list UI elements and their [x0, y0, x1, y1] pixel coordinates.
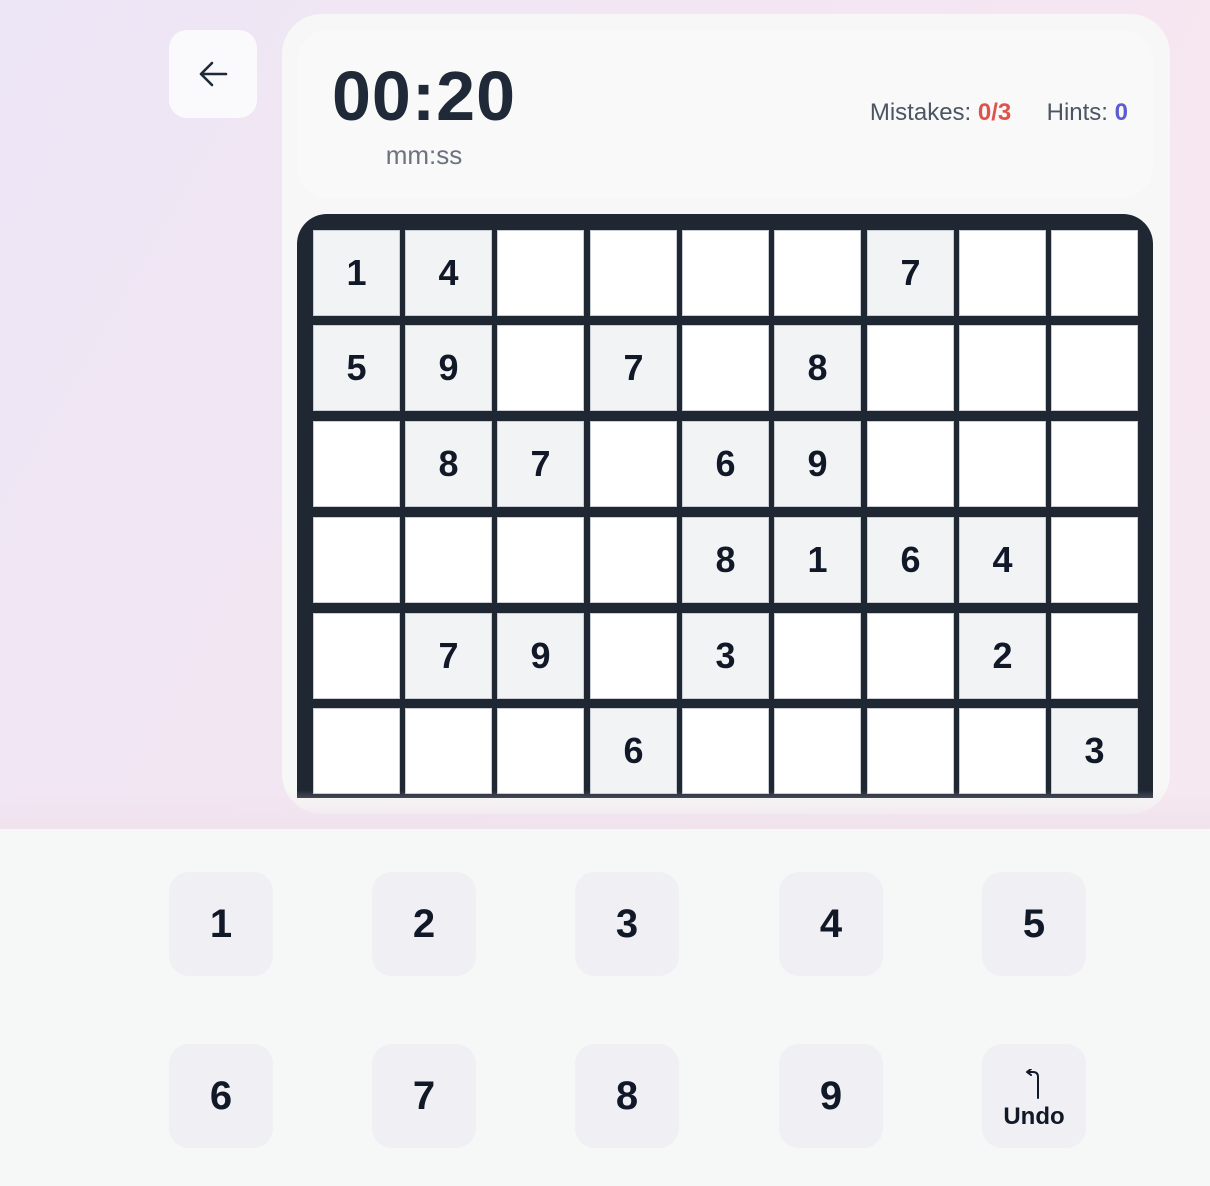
- sudoku-cell[interactable]: [405, 708, 492, 794]
- number-key-8[interactable]: 8: [575, 1044, 679, 1148]
- number-key-7[interactable]: 7: [372, 1044, 476, 1148]
- sudoku-cell[interactable]: 9: [405, 325, 492, 411]
- sudoku-cell[interactable]: [774, 708, 861, 794]
- sudoku-cell[interactable]: 7: [590, 325, 677, 411]
- sudoku-cell[interactable]: [682, 708, 769, 794]
- sudoku-cell[interactable]: [959, 421, 1046, 507]
- sudoku-cell[interactable]: 4: [959, 517, 1046, 603]
- sudoku-cell[interactable]: [959, 230, 1046, 316]
- sudoku-cell[interactable]: 6: [682, 421, 769, 507]
- sudoku-cell[interactable]: 3: [1051, 708, 1138, 794]
- mistakes-label: Mistakes:: [869, 99, 972, 126]
- number-key-1[interactable]: 1: [169, 872, 273, 976]
- sudoku-cell[interactable]: [497, 708, 584, 794]
- sudoku-cell[interactable]: [1051, 325, 1138, 411]
- sudoku-cell[interactable]: [313, 421, 400, 507]
- hints-count: 0: [1114, 99, 1128, 126]
- sudoku-cell[interactable]: 1: [313, 230, 400, 316]
- undo-icon: [1026, 1069, 1039, 1099]
- sudoku-cell[interactable]: 7: [867, 230, 954, 316]
- sudoku-cell[interactable]: 5: [313, 325, 400, 411]
- undo-label: Undo: [1003, 1103, 1065, 1130]
- sudoku-cell[interactable]: [590, 421, 677, 507]
- sudoku-cell[interactable]: 8: [682, 517, 769, 603]
- scroll-fade: [0, 790, 1210, 830]
- sudoku-cell[interactable]: 6: [590, 708, 677, 794]
- number-key-5[interactable]: 5: [982, 872, 1086, 976]
- undo-button[interactable]: Undo: [982, 1044, 1086, 1148]
- number-key-9[interactable]: 9: [779, 1044, 883, 1148]
- sudoku-cell[interactable]: [590, 517, 677, 603]
- sudoku-cell[interactable]: [405, 517, 492, 603]
- sudoku-cell[interactable]: [682, 325, 769, 411]
- sudoku-cell[interactable]: [867, 421, 954, 507]
- sudoku-cell[interactable]: [590, 613, 677, 699]
- mistakes-count: 0/3: [977, 99, 1012, 126]
- number-keypad: 1 2 3 4 5 6 7 8 9 Undo: [0, 829, 1210, 1186]
- sudoku-cell[interactable]: 9: [497, 613, 584, 699]
- sudoku-cell[interactable]: [313, 708, 400, 794]
- sudoku-cell[interactable]: 7: [405, 613, 492, 699]
- sudoku-cell[interactable]: [590, 230, 677, 316]
- sudoku-cell[interactable]: 6: [867, 517, 954, 603]
- sudoku-cell[interactable]: [313, 613, 400, 699]
- sudoku-cell[interactable]: [497, 325, 584, 411]
- sudoku-cell[interactable]: [1051, 230, 1138, 316]
- sudoku-cell[interactable]: [1051, 421, 1138, 507]
- sudoku-cell[interactable]: 7: [497, 421, 584, 507]
- sudoku-cell[interactable]: [497, 517, 584, 603]
- sudoku-cell[interactable]: [959, 325, 1046, 411]
- sudoku-cell[interactable]: 4: [405, 230, 492, 316]
- sudoku-cell[interactable]: [867, 613, 954, 699]
- sudoku-cell[interactable]: 1: [774, 517, 861, 603]
- sudoku-cell[interactable]: [774, 613, 861, 699]
- number-key-2[interactable]: 2: [372, 872, 476, 976]
- sudoku-cell[interactable]: [1051, 517, 1138, 603]
- sudoku-cell[interactable]: 8: [405, 421, 492, 507]
- number-key-4[interactable]: 4: [779, 872, 883, 976]
- sudoku-cell[interactable]: [1051, 613, 1138, 699]
- arrow-left-icon: [199, 61, 228, 87]
- sudoku-board: 147597887698164793263: [297, 214, 1153, 798]
- number-key-3[interactable]: 3: [575, 872, 679, 976]
- sudoku-cell[interactable]: [867, 325, 954, 411]
- game-stats: Mistakes: 0/3 Hints: 0: [870, 99, 1128, 127]
- sudoku-cell[interactable]: [867, 708, 954, 794]
- sudoku-cell[interactable]: [774, 230, 861, 316]
- hints-label: Hints:: [1046, 99, 1108, 126]
- timer: 00:20: [331, 57, 517, 135]
- number-key-6[interactable]: 6: [169, 1044, 273, 1148]
- sudoku-cell[interactable]: [497, 230, 584, 316]
- sudoku-cell[interactable]: 3: [682, 613, 769, 699]
- sudoku-cell[interactable]: 2: [959, 613, 1046, 699]
- timer-unit-label: mm:ss: [385, 140, 463, 170]
- sudoku-cell[interactable]: [682, 230, 769, 316]
- sudoku-cell[interactable]: [313, 517, 400, 603]
- sudoku-cell[interactable]: 8: [774, 325, 861, 411]
- back-button[interactable]: [169, 30, 257, 118]
- sudoku-cell[interactable]: [959, 708, 1046, 794]
- sudoku-cell[interactable]: 9: [774, 421, 861, 507]
